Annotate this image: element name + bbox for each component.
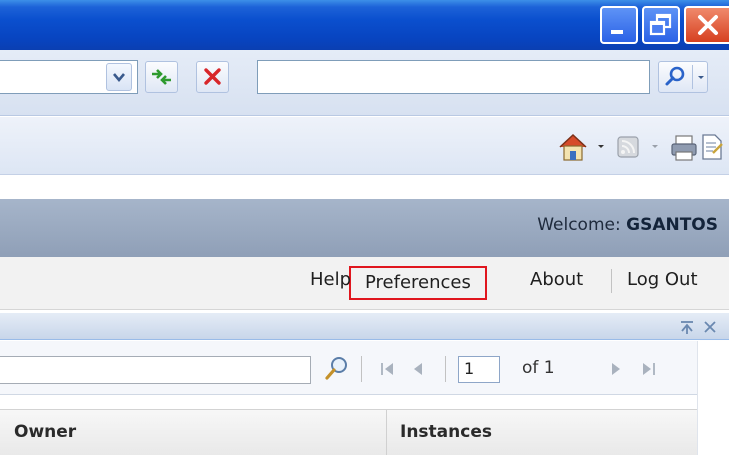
feeds-icon[interactable]	[612, 131, 668, 163]
divider	[386, 410, 387, 455]
last-page-icon[interactable]	[638, 359, 658, 379]
username: GSANTOS	[626, 215, 718, 235]
restore-icon	[649, 13, 672, 36]
chevron-down-icon	[698, 76, 704, 79]
home-icon[interactable]	[556, 131, 608, 163]
filter-input[interactable]	[0, 356, 311, 384]
page-number-input[interactable]: 1	[458, 356, 500, 383]
preferences-link[interactable]: Preferences	[349, 266, 487, 300]
top-links-bar: Preferences Help About Log Out	[0, 257, 729, 310]
prev-page-icon[interactable]	[408, 359, 428, 379]
help-link[interactable]: Help	[310, 269, 351, 290]
close-icon[interactable]	[702, 319, 718, 335]
search-button[interactable]	[658, 61, 708, 93]
about-link[interactable]: About	[530, 269, 583, 290]
app-header: Welcome: GSANTOS	[0, 199, 729, 257]
next-page-icon[interactable]	[606, 359, 626, 379]
page-count-label: of 1	[522, 358, 555, 378]
vertical-scrollbar[interactable]	[697, 341, 729, 455]
welcome-label: Welcome:	[537, 215, 621, 235]
search-icon	[665, 66, 685, 86]
page-icon[interactable]	[697, 131, 729, 163]
welcome-message: Welcome: GSANTOS	[537, 215, 718, 235]
search-input[interactable]	[257, 60, 650, 94]
stop-button[interactable]	[196, 61, 229, 93]
refresh-button[interactable]	[145, 61, 178, 93]
column-header-instances[interactable]: Instances	[400, 422, 492, 442]
divider	[611, 269, 612, 293]
chevron-down-icon	[113, 73, 125, 83]
logout-link[interactable]: Log Out	[627, 269, 698, 290]
close-window-button[interactable]	[684, 6, 729, 44]
divider	[692, 65, 693, 89]
minimize-icon	[611, 30, 623, 34]
divider	[361, 356, 362, 382]
search-icon[interactable]	[322, 354, 352, 384]
minimize-button[interactable]	[600, 6, 638, 44]
address-toolbar	[0, 50, 729, 116]
first-page-icon[interactable]	[378, 359, 398, 379]
collapse-icon[interactable]	[679, 319, 695, 335]
command-bar	[0, 117, 729, 175]
grid-header: Owner Instances	[0, 409, 697, 455]
stop-icon	[204, 68, 221, 85]
restore-button[interactable]	[642, 6, 680, 44]
address-dropdown-button[interactable]	[106, 63, 132, 91]
divider	[445, 356, 446, 382]
window-titlebar	[0, 0, 729, 50]
refresh-icon	[152, 69, 171, 85]
panel-header	[0, 313, 729, 340]
column-header-owner[interactable]: Owner	[14, 422, 76, 442]
paging-toolbar: 1 of 1	[0, 341, 697, 395]
close-icon	[698, 15, 718, 35]
